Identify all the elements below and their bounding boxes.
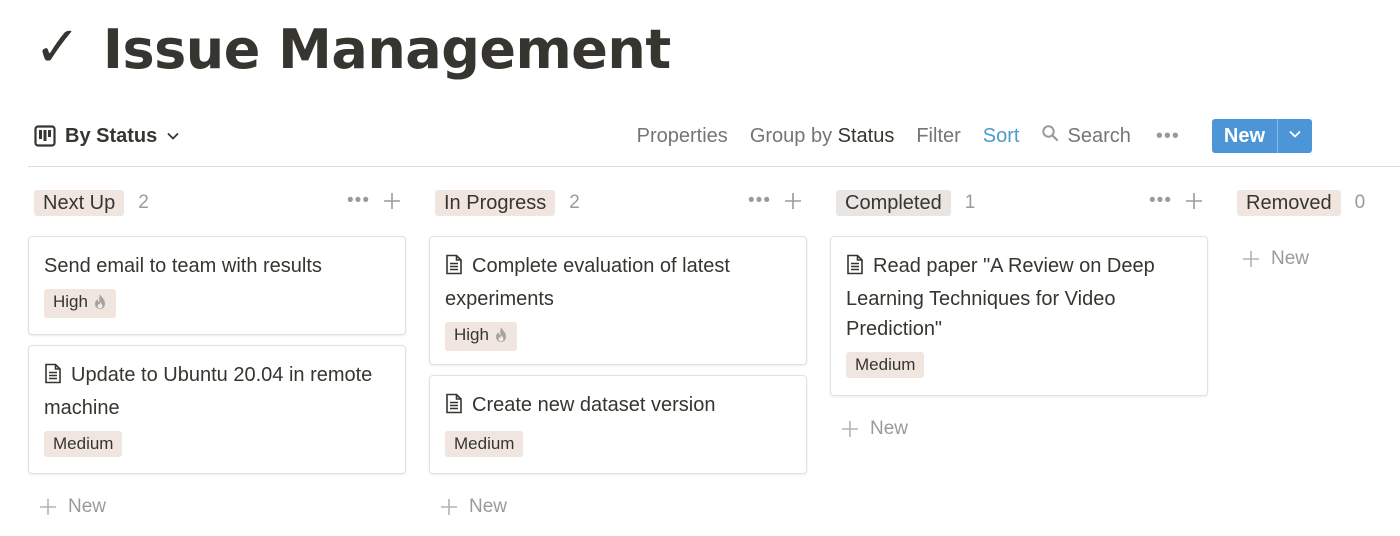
column-header: In Progress 2 ••• — [429, 188, 809, 218]
priority-tag: High — [445, 322, 517, 351]
card-title: Complete evaluation of latest experiment… — [445, 255, 730, 310]
fire-icon — [494, 325, 508, 351]
column-add-icon[interactable] — [783, 191, 803, 211]
add-card-label: New — [1271, 248, 1310, 269]
plus-icon — [38, 497, 58, 517]
board-card[interactable]: Read paper "A Review on Deep Learning Te… — [830, 236, 1208, 396]
search-label: Search — [1067, 124, 1131, 147]
card-title: Update to Ubuntu 20.04 in remote machine — [44, 364, 373, 419]
new-button-label[interactable]: New — [1212, 119, 1277, 153]
add-card-label: New — [870, 418, 909, 439]
board-column-removed: Removed 0 New — [1231, 188, 1400, 269]
board-view-icon — [34, 125, 56, 147]
column-count: 0 — [1354, 192, 1366, 213]
board-column-completed: Completed 1 ••• Read paper "A Review on … — [830, 188, 1210, 439]
group-by-value: Status — [837, 124, 895, 147]
card-title: Send email to team with results — [44, 255, 322, 277]
add-card-label: New — [68, 496, 107, 517]
add-card-button[interactable]: New — [1241, 248, 1309, 270]
column-label[interactable]: Removed — [1237, 190, 1341, 216]
toolbar-divider — [28, 166, 1400, 167]
board-card[interactable]: Send email to team with results High — [28, 236, 406, 335]
properties-button[interactable]: Properties — [626, 121, 739, 152]
board-card[interactable]: Update to Ubuntu 20.04 in remote machine… — [28, 345, 406, 474]
column-add-icon[interactable] — [1184, 191, 1204, 211]
sort-button[interactable]: Sort — [972, 121, 1031, 152]
fire-icon — [93, 292, 107, 318]
chevron-down-icon — [1288, 127, 1302, 146]
column-count: 2 — [138, 192, 149, 213]
new-button[interactable]: New — [1211, 119, 1312, 153]
column-add-icon[interactable] — [382, 191, 402, 211]
priority-tag: Medium — [846, 352, 925, 378]
plus-icon — [439, 497, 459, 517]
page-icon — [445, 393, 463, 423]
priority-tag: High — [44, 289, 116, 318]
page-icon — [445, 254, 463, 284]
page-title[interactable]: Issue Management — [103, 23, 671, 77]
board-card[interactable]: Create new dataset version Medium — [429, 375, 807, 474]
toolbar-actions: Properties Group by Status Filter Sort S… — [626, 116, 1312, 156]
column-count: 2 — [569, 192, 580, 213]
search-button[interactable]: Search — [1030, 120, 1141, 152]
board-column-next-up: Next Up 2 ••• Send email to team with re… — [28, 188, 408, 517]
column-label[interactable]: In Progress — [435, 190, 556, 216]
more-options-icon[interactable]: ••• — [1142, 121, 1194, 152]
column-more-icon[interactable]: ••• — [1149, 190, 1172, 212]
kanban-board: Next Up 2 ••• Send email to team with re… — [28, 188, 1400, 536]
view-switcher[interactable]: By Status — [28, 121, 186, 152]
group-by-label: Group by — [749, 124, 833, 147]
column-header: Removed 0 — [1231, 188, 1400, 218]
board-column-in-progress: In Progress 2 ••• Complete evaluation of… — [429, 188, 809, 517]
plus-icon — [840, 419, 860, 439]
card-title: Read paper "A Review on Deep Learning Te… — [846, 255, 1155, 340]
view-name: By Status — [65, 124, 158, 147]
check-icon: ✓ — [34, 15, 81, 80]
view-toolbar: By Status Properties Group by Status Fil… — [28, 116, 1400, 156]
tag-label: High — [53, 292, 88, 311]
column-label[interactable]: Next Up — [34, 190, 125, 216]
priority-tag: Medium — [445, 431, 524, 457]
board-card[interactable]: Complete evaluation of latest experiment… — [429, 236, 807, 365]
column-label[interactable]: Completed — [836, 190, 951, 216]
add-card-button[interactable]: New — [38, 496, 106, 518]
column-count: 1 — [964, 192, 976, 213]
page-header: ✓ Issue Management — [34, 14, 671, 86]
new-dropdown-button[interactable] — [1277, 119, 1312, 153]
column-more-icon[interactable]: ••• — [347, 190, 370, 212]
add-card-button[interactable]: New — [439, 496, 507, 518]
add-card-button[interactable]: New — [840, 418, 908, 440]
search-icon — [1041, 124, 1059, 148]
card-title: Create new dataset version — [472, 394, 716, 416]
chevron-down-icon — [166, 129, 180, 143]
tag-label: High — [454, 325, 489, 344]
plus-icon — [1241, 249, 1261, 269]
priority-tag: Medium — [44, 431, 123, 457]
page-icon — [44, 363, 62, 393]
group-by-button[interactable]: Group by Status — [739, 121, 906, 152]
column-header: Completed 1 ••• — [830, 188, 1210, 218]
filter-button[interactable]: Filter — [905, 121, 971, 152]
add-card-label: New — [469, 496, 508, 517]
page-icon — [846, 254, 864, 284]
column-more-icon[interactable]: ••• — [748, 190, 771, 212]
column-header: Next Up 2 ••• — [28, 188, 408, 218]
